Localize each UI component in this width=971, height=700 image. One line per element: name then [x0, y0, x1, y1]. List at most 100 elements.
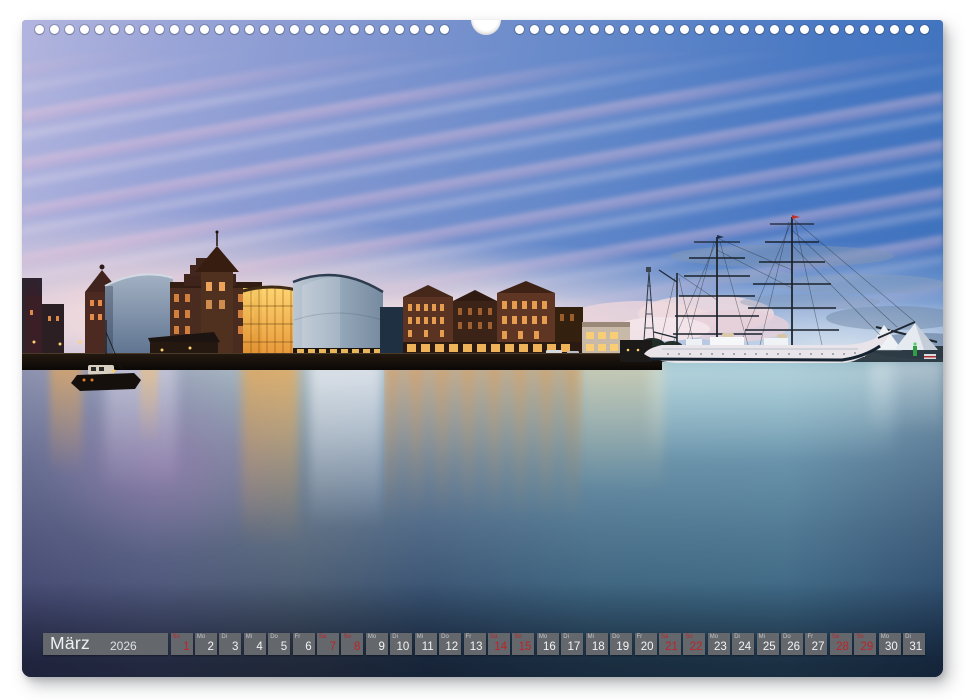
binding-hole	[755, 25, 764, 34]
day-number: 21	[665, 642, 678, 653]
day-number: 17	[567, 642, 580, 653]
day-number: 10	[397, 642, 410, 653]
weekday-abbr: Di	[905, 634, 911, 640]
day-number: 2	[208, 642, 214, 653]
binding-hole	[200, 25, 209, 34]
weekday-abbr: Do	[270, 634, 278, 640]
day-cell-4: Mi 4	[244, 633, 266, 655]
binding-hole	[515, 25, 524, 34]
calendar-page: März 2026 So1Mo2Di3Mi4Do5Fr6Sa7So8Mo9Di1…	[22, 20, 943, 677]
day-number: 11	[422, 642, 434, 653]
year-label: 2026	[110, 640, 137, 652]
day-cell-21: Sa21	[659, 633, 681, 655]
binding-hole	[185, 25, 194, 34]
weekday-abbr: Mo	[710, 634, 718, 640]
day-row: So1Mo2Di3Mi4Do5Fr6Sa7So8Mo9Di10Mi11Do12F…	[171, 633, 926, 655]
binding-hole	[770, 25, 779, 34]
weekday-abbr: Mi	[246, 634, 252, 640]
binding-hole	[365, 25, 374, 34]
day-number: 12	[445, 642, 458, 653]
day-cell-7: Sa 7	[317, 633, 339, 655]
day-cell-19: Do19	[610, 633, 632, 655]
weekday-abbr: So	[685, 634, 692, 640]
day-number: 3	[232, 642, 238, 653]
binding-hole	[875, 25, 884, 34]
binding-hole	[830, 25, 839, 34]
weekday-abbr: Do	[612, 634, 620, 640]
day-number: 30	[885, 642, 898, 653]
weekday-abbr: Mi	[588, 634, 594, 640]
binding-hole	[665, 25, 674, 34]
day-number: 16	[543, 642, 556, 653]
binding-hole	[275, 25, 284, 34]
binding-hole	[620, 25, 629, 34]
weekday-abbr: So	[343, 634, 350, 640]
day-cell-29: So29	[854, 633, 876, 655]
weekday-abbr: So	[514, 634, 521, 640]
day-cell-30: Mo30	[879, 633, 901, 655]
day-number: 22	[690, 642, 703, 653]
day-number: 18	[592, 642, 605, 653]
day-number: 20	[641, 642, 654, 653]
month-year-label: März 2026	[43, 633, 168, 655]
weekday-abbr: Fr	[807, 634, 813, 640]
weekday-abbr: Di	[392, 634, 398, 640]
binding-hole	[80, 25, 89, 34]
day-cell-12: Do 12	[439, 633, 461, 655]
day-cell-18: Mi 18	[586, 633, 608, 655]
binding-hole	[320, 25, 329, 34]
binding-hole	[920, 25, 929, 34]
day-number: 29	[861, 642, 874, 653]
binding-hole	[680, 25, 689, 34]
ozeaneum-cylinder-large	[293, 275, 383, 358]
day-number: 1	[183, 642, 189, 653]
binding-hole	[50, 25, 59, 34]
day-cell-6: Fr6	[293, 633, 315, 655]
binding-hole	[800, 25, 809, 34]
day-number: 7	[330, 642, 336, 653]
day-cell-25: Mi 25	[757, 633, 779, 655]
day-number: 25	[763, 642, 776, 653]
binding-hole	[890, 25, 899, 34]
day-cell-23: Mo23	[708, 633, 730, 655]
day-cell-27: Fr27	[805, 633, 827, 655]
binding-hole	[170, 25, 179, 34]
day-number: 28	[836, 642, 849, 653]
binding-hole	[590, 25, 599, 34]
day-number: 26	[787, 642, 800, 653]
day-cell-24: Di 24	[732, 633, 754, 655]
binding-hole	[410, 25, 419, 34]
binding-hole	[440, 25, 449, 34]
binding-hole	[425, 25, 434, 34]
binding-hole	[695, 25, 704, 34]
day-cell-20: Fr 20	[635, 633, 657, 655]
day-number: 6	[305, 642, 311, 653]
day-number: 31	[909, 642, 922, 653]
weekday-abbr: Sa	[319, 634, 326, 640]
binding-hole	[380, 25, 389, 34]
binding-hole	[215, 25, 224, 34]
binding-hole	[635, 25, 644, 34]
binding-hole	[245, 25, 254, 34]
weekday-abbr: Fr	[466, 634, 472, 640]
weekday-abbr: Fr	[637, 634, 643, 640]
binding-hole	[740, 25, 749, 34]
day-number: 4	[256, 642, 262, 653]
weekday-abbr: Do	[441, 634, 449, 640]
binding-hole	[650, 25, 659, 34]
day-number: 24	[738, 642, 751, 653]
weekday-abbr: Di	[734, 634, 740, 640]
weekday-abbr: Mi	[759, 634, 765, 640]
binding-hole	[335, 25, 344, 34]
day-cell-5: Do5	[268, 633, 290, 655]
day-number: 13	[470, 642, 483, 653]
weekday-abbr: Mo	[368, 634, 376, 640]
day-cell-15: So15	[512, 633, 534, 655]
day-cell-11: Mi11	[415, 633, 437, 655]
day-cell-3: Di 3	[219, 633, 241, 655]
weekday-abbr: Sa	[832, 634, 839, 640]
weekday-abbr: Di	[221, 634, 227, 640]
calendar-strip: März 2026 So1Mo2Di3Mi4Do5Fr6Sa7So8Mo9Di1…	[43, 633, 925, 655]
day-number: 9	[378, 642, 384, 653]
binding-hole	[395, 25, 404, 34]
